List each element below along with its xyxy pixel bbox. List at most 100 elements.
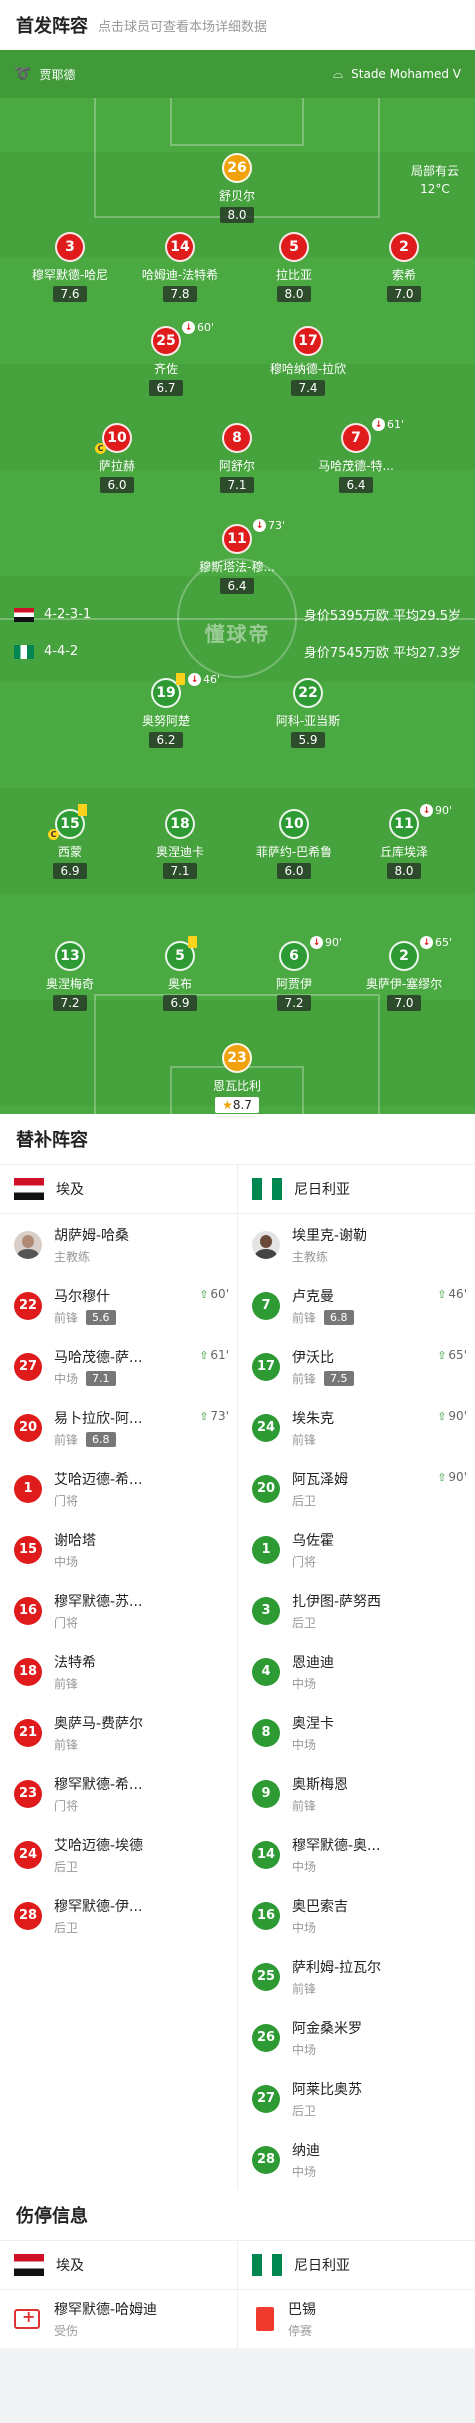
player-number: 18 [165,809,195,839]
sub-in-time: ⇧ 65' [437,1348,467,1362]
player-position: 后卫 [54,1920,79,1935]
player-rating: 5.9 [291,732,325,748]
player-name: 阿贾伊 [275,977,312,991]
player-home[interactable]: 11 ↓ 73' 穆斯塔法-穆... 6.4 [187,519,287,594]
sub-time: 61' [210,1348,229,1362]
player-away[interactable]: 6 ↓ 90' 阿贾伊 7.2 [244,936,344,1011]
sub-player-row[interactable]: 20 阿瓦泽姆 后卫 ⇧ 90' [238,1458,475,1519]
sub-player-row[interactable]: 28 纳迪 中场 [238,2129,475,2190]
sub-player-row[interactable]: 16 奥巴索吉 中场 [238,1885,475,1946]
player-number-badge: 24 [252,1413,280,1442]
sub-player-row[interactable]: 25 萨利姆-拉瓦尔 前锋 [238,1946,475,2007]
player-name: 穆斯塔法-穆... [199,560,275,574]
player-number: 8 [222,423,252,453]
player-away[interactable]: 2 ↓ 65' 奥萨伊-塞缪尔 7.0 [354,936,454,1011]
player-away[interactable]: 22 阿科-亚当斯 5.9 [258,678,358,748]
stadium-icon: ⌓ [332,66,344,82]
player-position: 前锋 [54,1432,79,1447]
player-number-badge: 24 [14,1840,42,1869]
player-name: 穆罕默德-哈尼 [31,268,109,282]
player-away[interactable]: 10 菲萨约-巴希鲁 6.0 [244,809,344,879]
player-rating: 7.2 [53,995,87,1011]
player-number-badge: 22 [14,1291,42,1320]
player-name: 纳迪 [292,2142,320,2159]
sub-player-row[interactable]: 27 马哈茂德-萨... 中场 7.1 ⇧ 61' [0,1336,237,1397]
player-number: 26 [222,153,252,183]
coach-row[interactable]: 胡萨姆-哈桑 主教练 [0,1214,237,1275]
player-name: 奥斯梅恩 [292,1776,348,1793]
player-number-badge: 16 [252,1901,280,1930]
sub-player-row[interactable]: 20 易卜拉欣-阿... 前锋 6.8 ⇧ 73' [0,1397,237,1458]
lineup-header: 首发阵容 点击球员可查看本场详细数据 [0,0,475,50]
player-away[interactable]: 5 奥布 6.9 [130,936,230,1011]
injured-player-name: 穆罕默德-哈姆迪 [54,2302,158,2318]
sub-player-row[interactable]: 1 乌佐霍 门将 [238,1519,475,1580]
player-name: 菲萨约-巴希鲁 [255,845,333,859]
player-name: 奥努阿楚 [141,714,190,728]
player-name: 胡萨姆-哈桑 [54,1227,130,1244]
sub-player-row[interactable]: 8 奥涅卡 中场 [238,1702,475,1763]
sub-player-row[interactable]: 9 奥斯梅恩 前锋 [238,1763,475,1824]
sub-time: 60' [197,321,215,334]
sub-time: 73' [268,519,286,532]
sub-player-row[interactable]: 22 马尔穆什 前锋 5.6 ⇧ 60' [0,1275,237,1336]
sub-player-row[interactable]: 18 法特希 前锋 [0,1641,237,1702]
sub-player-row[interactable]: 4 恩迪迪中场 [238,1641,475,1702]
sub-player-row[interactable]: 17 伊沃比 前锋 7.5 ⇧ 65' [238,1336,475,1397]
player-away[interactable]: 11 ↓ 90' 丘库埃泽 8.0 [354,804,454,879]
player-away[interactable]: 13 奥涅梅奇 7.2 [20,941,120,1011]
sub-player-row[interactable]: 7 卢克曼 前锋 6.8 ⇧ 46' [238,1275,475,1336]
player-rating: 6.8 [324,1309,354,1325]
player-number-badge: 4 [252,1657,280,1686]
sub-player-row[interactable]: 27 阿莱比奥苏 后卫 [238,2068,475,2129]
player-position: 中场 [292,1676,317,1691]
sub-player-row[interactable]: 24 埃朱克 前锋 ⇧ 90' [238,1397,475,1458]
player-home[interactable]: 14 哈姆迪-法特希 7.8 [130,232,230,302]
player-number: 11 [389,809,419,839]
sub-player-row[interactable]: 3 扎伊图-萨努西 后卫 [238,1580,475,1641]
player-name: 萨拉赫 [98,459,135,473]
player-number-badge: 7 [252,1291,280,1320]
player-away[interactable]: 15 C 西蒙 6.9 [20,804,120,879]
player-name: 艾哈迈德-希... [54,1471,143,1488]
player-home[interactable]: 5 拉比亚 8.0 [244,232,344,302]
player-rating: 7.0 [387,995,421,1011]
sub-player-row[interactable]: 24 艾哈迈德-埃德 后卫 [0,1824,237,1885]
player-home[interactable]: 8 阿舒尔 7.1 [187,423,287,493]
player-home[interactable]: 2 索希 7.0 [354,232,454,302]
player-home[interactable]: 10 C 萨拉赫 6.0 [67,423,167,493]
sub-time: 61' [387,418,405,431]
sub-player-row[interactable]: 15 谢哈塔 中场 [0,1519,237,1580]
player-name: 伊沃比 [292,1349,334,1366]
sub-player-row[interactable]: 16 穆罕默德-苏... 门将 [0,1580,237,1641]
player-away[interactable]: 19 ↓ 46' 奥努阿楚 6.2 [116,673,220,748]
pitch-header: ➰ 贾耶德 ⌓ Stade Mohamed V [0,50,475,98]
sub-player-row[interactable]: 14 穆罕默德-奥... 中场 [238,1824,475,1885]
player-number-badge: 14 [252,1840,280,1869]
player-home[interactable]: 3 穆罕默德-哈尼 7.6 [20,232,120,302]
player-home[interactable]: 17 穆哈纳德-拉欣 7.4 [258,326,358,396]
sub-player-row[interactable]: 23 穆罕默德-希... 门将 [0,1763,237,1824]
player-home[interactable]: 25 ↓ 60' 齐佐 6.7 [116,321,216,396]
player-away[interactable]: 18 奥涅迪卡 7.1 [130,809,230,879]
player-home-gk[interactable]: 26 舒贝尔 8.0 [187,153,287,223]
injury-home-list: 穆罕默德-哈姆迪受伤 [0,2290,238,2348]
player-rating: 7.2 [277,995,311,1011]
player-name: 恩迪迪 [292,1654,334,1671]
player-name: 阿莱比奥苏 [292,2081,362,2098]
sub-time: 90' [325,936,343,949]
sub-player-row[interactable]: 28 穆罕默德-伊... 后卫 [0,1885,237,1946]
coach-row[interactable]: 埃里克-谢勒 主教练 [238,1214,475,1275]
player-home[interactable]: 7 ↓ 61' 马哈茂德-特... 6.4 [306,418,406,493]
player-away-gk[interactable]: 23 恩瓦比利 ★8.7 [187,1043,287,1113]
sub-player-row[interactable]: 26 阿金桑米罗 中场 [238,2007,475,2068]
injury-item[interactable]: 穆罕默德-哈姆迪受伤 [0,2290,237,2348]
sub-player-row[interactable]: 1 艾哈迈德-希... 门将 [0,1458,237,1519]
injury-item[interactable]: 巴锡 停赛 [238,2290,475,2348]
player-number: 25 [151,326,181,356]
player-position: 前锋 [292,1432,317,1447]
player-rating: 7.5 [324,1370,354,1386]
player-number-badge: 21 [14,1718,42,1747]
sub-player-row[interactable]: 21 奥萨马-费萨尔 前锋 [0,1702,237,1763]
injury-status: 受伤 [54,2324,79,2338]
